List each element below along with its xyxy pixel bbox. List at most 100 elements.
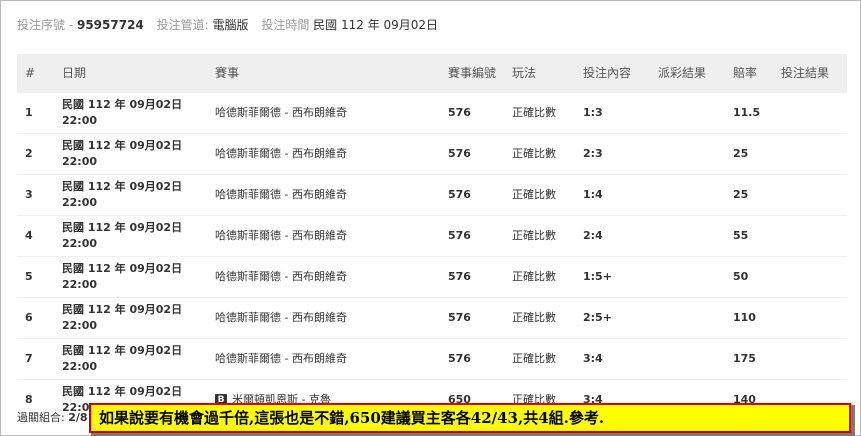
row-date: 民國 112 年 09月02日 22:00: [54, 338, 207, 380]
row-odds: 25: [725, 133, 773, 175]
row-play: 正確比數: [504, 174, 575, 216]
combo-summary: 過關組合: 2/8: [17, 411, 88, 425]
row-match: 哈德斯菲爾德 - 西布朗維奇: [207, 297, 440, 339]
row-pick: 3:4: [575, 338, 650, 380]
row-date-day: 民國 112 年 09月02日: [62, 262, 183, 275]
row-index: 4: [17, 215, 54, 257]
row-match-name: 哈德斯菲爾德 - 西布朗維奇: [215, 106, 347, 119]
col-header-play: 玩法: [504, 54, 575, 93]
table-row: 2 民國 112 年 09月02日 22:00 哈德斯菲爾德 - 西布朗維奇 576 正確…: [17, 133, 847, 175]
row-match-code: 576: [440, 215, 504, 257]
annotation-note: 如果說要有機會過千倍,這張也是不錯,650建議買主客各42/43,共4組.參考.: [89, 403, 851, 433]
col-header-payout: 派彩結果: [650, 54, 725, 93]
row-pick: 1:3: [575, 92, 650, 134]
row-match-name: 哈德斯菲爾德 - 西布朗維奇: [215, 352, 347, 365]
row-date: 民國 112 年 09月02日 22:00: [54, 215, 207, 257]
table-row: 4 民國 112 年 09月02日 22:00 哈德斯菲爾德 - 西布朗維奇 576 正確…: [17, 215, 847, 257]
row-play: 正確比數: [504, 256, 575, 298]
row-date-day: 民國 112 年 09月02日: [62, 221, 183, 234]
row-payout: [650, 297, 725, 339]
col-header-odds: 賠率: [725, 54, 773, 93]
table-row: 6 民國 112 年 09月02日 22:00 哈德斯菲爾德 - 西布朗維奇 576 正確…: [17, 297, 847, 339]
bets-table: # 日期 賽事 賽事編號 玩法 投注內容 派彩結果 賠率 投注結果 1 民國 11…: [17, 54, 847, 420]
row-payout: [650, 174, 725, 216]
row-date: 民國 112 年 09月02日 22:00: [54, 297, 207, 339]
combo-value: 2/8: [68, 411, 88, 424]
row-play: 正確比數: [504, 215, 575, 257]
row-date-day: 民國 112 年 09月02日: [62, 385, 183, 398]
row-match: 哈德斯菲爾德 - 西布朗維奇: [207, 215, 440, 257]
row-date: 民國 112 年 09月02日 22:00: [54, 133, 207, 175]
row-payout: [650, 338, 725, 380]
row-match-name: 哈德斯菲爾德 - 西布朗維奇: [215, 188, 347, 201]
row-match-code: 576: [440, 338, 504, 380]
row-odds: 55: [725, 215, 773, 257]
row-date-day: 民國 112 年 09月02日: [62, 303, 183, 316]
row-match: 哈德斯菲爾德 - 西布朗維奇: [207, 338, 440, 380]
time-value: 民國 112 年 09月02日: [313, 18, 439, 32]
row-payout: [650, 256, 725, 298]
row-date: 民國 112 年 09月02日 22:00: [54, 174, 207, 216]
row-date: 民國 112 年 09月02日 22:00: [54, 92, 207, 134]
combo-label: 過關組合:: [17, 411, 65, 424]
row-payout: [650, 92, 725, 134]
channel-label: 投注管道:: [156, 18, 209, 32]
row-date-time: 22:00: [62, 237, 98, 250]
row-index: 7: [17, 338, 54, 380]
row-match-name: 哈德斯菲爾德 - 西布朗維奇: [215, 311, 347, 324]
row-result: [773, 174, 847, 216]
row-odds: 25: [725, 174, 773, 216]
table-row: 3 民國 112 年 09月02日 22:00 哈德斯菲爾德 - 西布朗維奇 576 正確…: [17, 174, 847, 216]
row-match-code: 576: [440, 256, 504, 298]
serial-value: 95957724: [76, 18, 144, 32]
row-result: [773, 133, 847, 175]
row-play: 正確比數: [504, 297, 575, 339]
table-header-row: # 日期 賽事 賽事編號 玩法 投注內容 派彩結果 賠率 投注結果: [17, 54, 847, 93]
row-match: 哈德斯菲爾德 - 西布朗維奇: [207, 133, 440, 175]
row-result: [773, 92, 847, 134]
row-result: [773, 338, 847, 380]
col-header-match: 賽事: [207, 54, 440, 93]
row-odds: 175: [725, 338, 773, 380]
row-match-code: 576: [440, 174, 504, 216]
row-date-day: 民國 112 年 09月02日: [62, 344, 183, 357]
row-date-time: 22:00: [62, 360, 98, 373]
row-play: 正確比數: [504, 133, 575, 175]
row-match-name: 哈德斯菲爾德 - 西布朗維奇: [215, 229, 347, 242]
row-pick: 1:4: [575, 174, 650, 216]
row-date-day: 民國 112 年 09月02日: [62, 139, 183, 152]
row-odds: 110: [725, 297, 773, 339]
row-match-code: 576: [440, 133, 504, 175]
row-date-time: 22:00: [62, 114, 98, 127]
row-index: 3: [17, 174, 54, 216]
col-header-pick: 投注內容: [575, 54, 650, 93]
row-pick: 2:5+: [575, 297, 650, 339]
row-match-name: 哈德斯菲爾德 - 西布朗維奇: [215, 147, 347, 160]
row-pick: 2:3: [575, 133, 650, 175]
row-pick: 2:4: [575, 215, 650, 257]
col-header-result: 投注結果: [773, 54, 847, 93]
row-date: 民國 112 年 09月02日 22:00: [54, 256, 207, 298]
row-match-code: 576: [440, 92, 504, 134]
note-shadow-right: [851, 405, 855, 435]
table-row: 1 民國 112 年 09月02日 22:00 哈德斯菲爾德 - 西布朗維奇 576 正確…: [17, 92, 847, 134]
row-payout: [650, 215, 725, 257]
row-index: 1: [17, 92, 54, 134]
table-row: 5 民國 112 年 09月02日 22:00 哈德斯菲爾德 - 西布朗維奇 576 正確…: [17, 256, 847, 298]
col-header-match-code: 賽事編號: [440, 54, 504, 93]
row-date-day: 民國 112 年 09月02日: [62, 180, 183, 193]
row-match: 哈德斯菲爾德 - 西布朗維奇: [207, 256, 440, 298]
row-result: [773, 215, 847, 257]
row-match-code: 576: [440, 297, 504, 339]
row-index: 6: [17, 297, 54, 339]
row-index: 5: [17, 256, 54, 298]
row-play: 正確比數: [504, 92, 575, 134]
bet-info-header: 投注序號 - 95957724 投注管道: 電腦版 投注時間 民國 112 年 …: [17, 16, 447, 34]
row-pick: 1:5+: [575, 256, 650, 298]
row-odds: 11.5: [725, 92, 773, 134]
time-label: 投注時間: [261, 18, 310, 32]
row-match: 哈德斯菲爾德 - 西布朗維奇: [207, 174, 440, 216]
col-header-date: 日期: [54, 54, 207, 93]
row-result: [773, 297, 847, 339]
row-date-time: 22:00: [62, 155, 98, 168]
